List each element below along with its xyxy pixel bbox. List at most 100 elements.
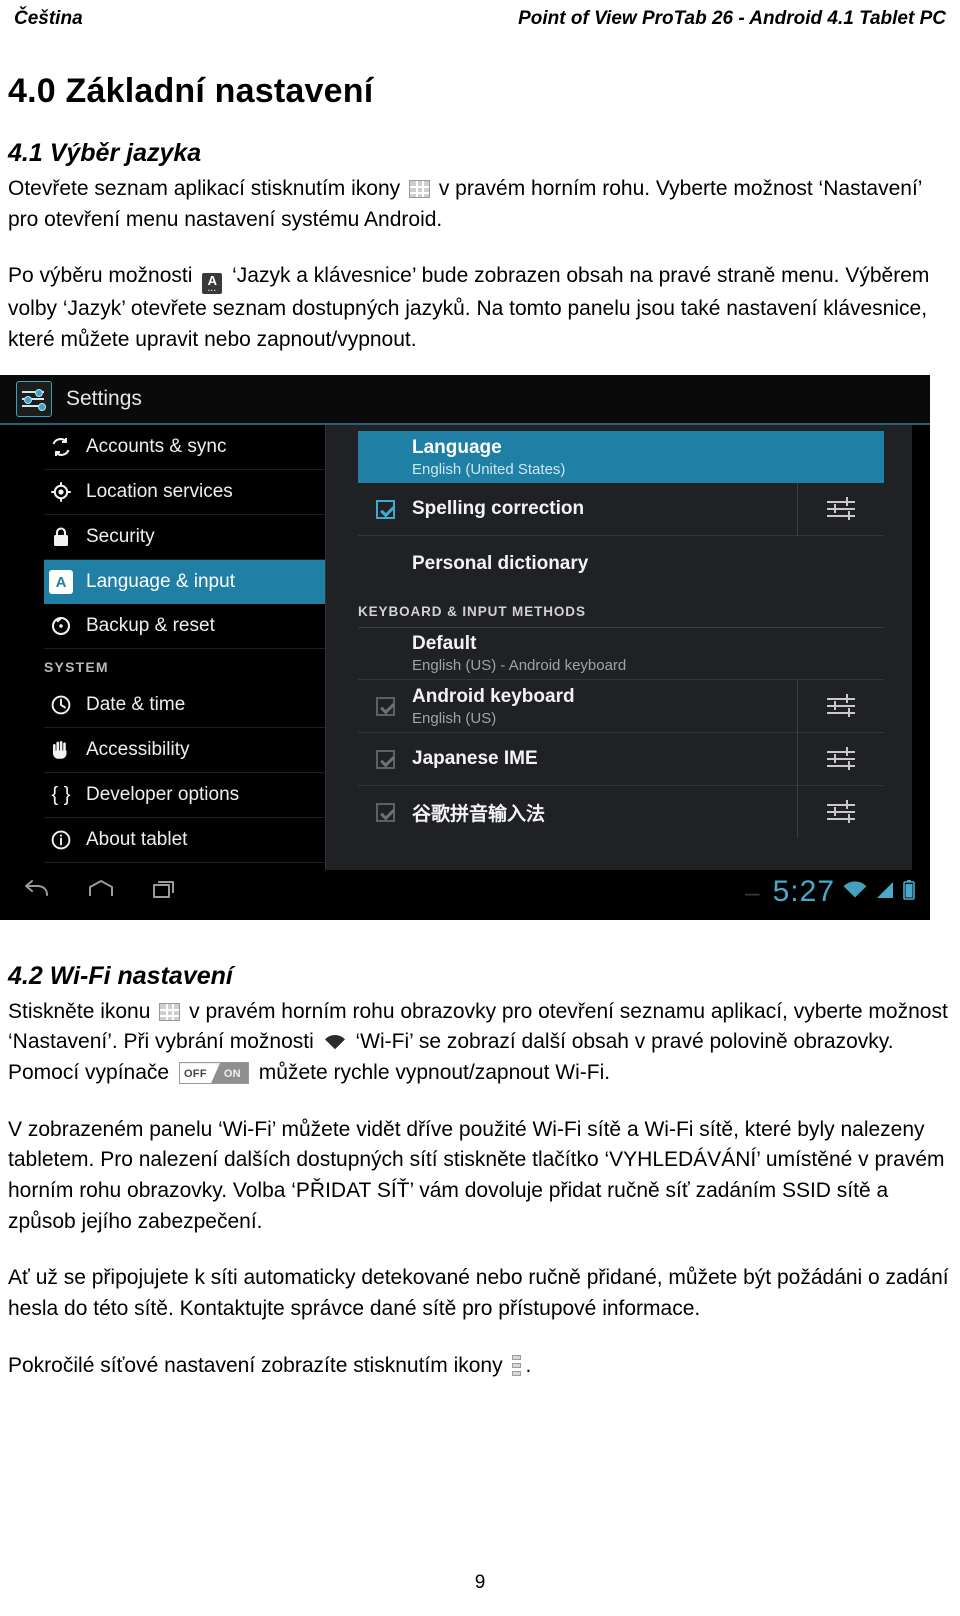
- android-system-bar: – 5:27: [0, 870, 930, 920]
- sidebar-item-accessibility[interactable]: Accessibility: [44, 728, 325, 773]
- settings-action-bar: Settings: [0, 375, 930, 425]
- android-keyboard-checkbox[interactable]: [358, 696, 412, 716]
- android-keyboard-settings-button[interactable]: [797, 680, 884, 732]
- info-icon: [44, 828, 78, 852]
- paragraph-4-2-b: V zobrazeném panelu ‘Wi-Fi’ můžete vidět…: [8, 1117, 945, 1233]
- settings-title: Settings: [66, 387, 142, 410]
- backup-reset-icon: [44, 614, 78, 638]
- subsection-heading-4-2: 4.2 Wi-Fi nastavení: [8, 962, 233, 990]
- battery-status-icon: [902, 879, 916, 906]
- japanese-ime-checkbox[interactable]: [358, 749, 412, 769]
- row-personal-dictionary[interactable]: Personal dictionary: [358, 536, 884, 592]
- sidebar-item-security[interactable]: Security: [44, 515, 325, 560]
- sidebar-item-label: Accounts & sync: [86, 436, 227, 457]
- paragraph-4-2-c: Ať už se připojujete k síti automaticky …: [8, 1266, 949, 1320]
- language-badge-icon: A: [44, 570, 78, 594]
- language-icon-dots: ...: [207, 286, 217, 294]
- language-input-icon: A...: [202, 273, 223, 295]
- row-default-keyboard[interactable]: Default English (US) - Android keyboard: [358, 628, 884, 680]
- row-title: Language: [412, 436, 502, 458]
- sidebar-item-backup-reset[interactable]: Backup & reset: [44, 604, 325, 649]
- sidebar-item-date-time[interactable]: Date & time: [44, 683, 325, 728]
- row-language[interactable]: Language English (United States): [358, 431, 884, 483]
- document-content: 4.0 Základní nastavení 4.1 Výběr jazyka …: [8, 72, 952, 355]
- toggle-off-label: OFF: [183, 1068, 207, 1081]
- page-title: 4.0 Základní nastavení: [8, 72, 374, 110]
- paragraph-4-2-d: Pokročilé síťové nastavení zobrazíte sti…: [8, 1351, 952, 1382]
- spelling-checkbox[interactable]: [358, 499, 412, 519]
- row-spelling-correction[interactable]: Spelling correction: [358, 483, 884, 536]
- row-subtitle: English (US) - Android keyboard: [412, 657, 627, 674]
- row-title: Japanese IME: [412, 748, 538, 769]
- sidebar-item-label: Location services: [86, 481, 233, 502]
- apps-grid-icon: [159, 1002, 181, 1021]
- hand-icon: [44, 738, 78, 762]
- home-icon[interactable]: [86, 878, 116, 909]
- android-settings-screenshot: Settings Accounts & sync Location servic…: [0, 375, 930, 920]
- p41a-text-1: Otevřete seznam aplikací stisknutím ikon…: [8, 176, 401, 200]
- row-google-pinyin[interactable]: 谷歌拼音输入法: [358, 786, 884, 838]
- header-language: Čeština: [14, 8, 83, 29]
- wifi-on-off-toggle[interactable]: OFF ON: [178, 1062, 249, 1085]
- back-icon[interactable]: [22, 878, 52, 909]
- settings-sidebar: Accounts & sync Location services Securi…: [0, 425, 325, 870]
- sidebar-item-label: Developer options: [86, 784, 240, 805]
- overflow-menu-icon: [512, 1354, 522, 1377]
- page-number: 9: [474, 1572, 486, 1593]
- google-pinyin-checkbox[interactable]: [358, 802, 412, 822]
- row-title: Spelling correction: [412, 498, 585, 519]
- p42a-text-4: můžete rychle vypnout/zapnout Wi-Fi.: [258, 1061, 611, 1085]
- sidebar-group-system: SYSTEM: [44, 659, 109, 675]
- lock-icon: [44, 525, 78, 549]
- sidebar-item-developer-options[interactable]: { } Developer options: [44, 773, 325, 818]
- row-title: Default: [412, 633, 477, 654]
- sidebar-item-language-input[interactable]: A Language & input: [44, 560, 325, 604]
- sliders-icon: [827, 800, 855, 824]
- p41b-text-1: Po výběru možnosti: [8, 264, 193, 288]
- p42a-text-1: Stiskněte ikonu: [8, 999, 151, 1023]
- recents-icon[interactable]: [150, 878, 180, 909]
- sync-icon: [44, 435, 78, 459]
- google-pinyin-settings-button[interactable]: [797, 786, 884, 838]
- settings-detail-pane: Language English (United States) Spellin…: [325, 425, 912, 870]
- location-icon: [44, 480, 78, 504]
- sidebar-item-label: Accessibility: [86, 739, 190, 760]
- subsection-heading-4-1: 4.1 Výběr jazyka: [8, 139, 202, 168]
- wifi-status-icon: [842, 880, 868, 905]
- row-subtitle: English (US): [412, 709, 497, 727]
- document-page: Čeština Point of View ProTab 26 - Androi…: [0, 0, 960, 1616]
- wifi-icon: [324, 1034, 346, 1051]
- document-content-lower: 4.2 Wi-Fi nastavení Stiskněte ikonu v pr…: [8, 962, 952, 1381]
- spelling-settings-button[interactable]: [797, 483, 884, 535]
- sliders-icon: [827, 747, 855, 771]
- row-title: 谷歌拼音输入法: [412, 803, 546, 825]
- sidebar-item-label: Date & time: [86, 694, 186, 715]
- braces-icon: { }: [51, 783, 71, 806]
- sidebar-item-about-tablet[interactable]: About tablet: [44, 818, 325, 863]
- row-android-keyboard[interactable]: Android keyboard English (US): [358, 680, 884, 733]
- row-title: Personal dictionary: [412, 553, 589, 574]
- status-dash: –: [745, 876, 760, 907]
- status-clock: 5:27: [772, 875, 835, 908]
- p42d-text-2: .: [525, 1353, 532, 1377]
- paragraph-4-1-a: Otevřete seznam aplikací stisknutím ikon…: [8, 174, 952, 235]
- pane-group-keyboard-input: KEYBOARD & INPUT METHODS: [358, 592, 884, 628]
- sidebar-item-label: Backup & reset: [86, 615, 215, 636]
- japanese-ime-settings-button[interactable]: [797, 733, 884, 785]
- clock-icon: [44, 693, 78, 717]
- settings-app-icon: [16, 381, 52, 417]
- settings-body: Accounts & sync Location services Securi…: [0, 425, 930, 870]
- sidebar-item-accounts-sync[interactable]: Accounts & sync: [44, 425, 325, 470]
- row-title: Android keyboard: [412, 685, 575, 707]
- header-product: Point of View ProTab 26 - Android 4.1 Ta…: [518, 8, 946, 29]
- signal-status-icon: [875, 880, 895, 905]
- sidebar-item-label: Security: [86, 526, 155, 547]
- paragraph-4-2-a: Stiskněte ikonu v pravém horním rohu obr…: [8, 997, 952, 1089]
- sidebar-item-location-services[interactable]: Location services: [44, 470, 325, 515]
- toggle-on-label: ON: [223, 1068, 241, 1081]
- sidebar-item-label: Language & input: [86, 571, 235, 592]
- sidebar-item-label: About tablet: [86, 829, 188, 850]
- sliders-icon: [827, 694, 855, 718]
- paragraph-4-1-b: Po výběru možnosti A... ‘Jazyk a klávesn…: [8, 261, 952, 355]
- row-japanese-ime[interactable]: Japanese IME: [358, 733, 884, 786]
